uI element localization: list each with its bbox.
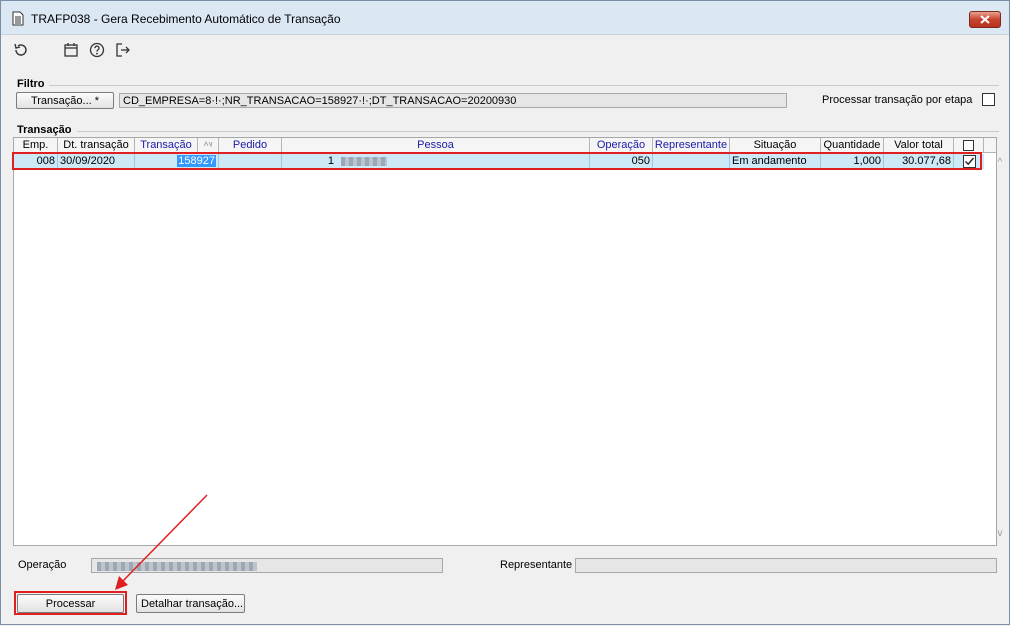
cell-pedido xyxy=(219,154,282,169)
select-all-checkbox[interactable] xyxy=(963,140,974,152)
representante-field[interactable] xyxy=(575,558,997,573)
close-icon xyxy=(980,15,990,24)
cell-situacao: Em andamento xyxy=(730,154,821,169)
sort-icon xyxy=(203,140,213,148)
col-transacao[interactable]: Transação xyxy=(135,138,198,153)
title-bar: TRAFP038 - Gera Recebimento Automático d… xyxy=(1,1,1009,35)
scroll-down-icon[interactable]: v xyxy=(994,528,1006,540)
cell-quantidade: 1,000 xyxy=(821,154,884,169)
window-title: TRAFP038 - Gera Recebimento Automático d… xyxy=(31,12,341,26)
operacao-label: Operação xyxy=(18,559,67,571)
cell-emp: 008 xyxy=(14,154,58,169)
transacao-divider xyxy=(77,131,999,132)
filtro-group-label: Filtro xyxy=(17,78,45,90)
col-pedido[interactable]: Pedido xyxy=(219,138,282,153)
transacao-group-label: Transação xyxy=(17,124,72,136)
col-valor-total[interactable]: Valor total xyxy=(884,138,954,153)
cell-transacao[interactable]: 158927 xyxy=(135,154,219,169)
col-emp[interactable]: Emp. xyxy=(14,138,58,153)
filtro-divider xyxy=(49,85,999,86)
toolbar xyxy=(1,35,1009,65)
representante-label: Representante xyxy=(500,559,573,571)
row-checkbox[interactable] xyxy=(962,154,976,168)
table-row[interactable]: 008 30/09/2020 158927 1 050 Em andamento… xyxy=(14,154,984,169)
refresh-icon[interactable] xyxy=(11,40,31,60)
col-dt-transacao[interactable]: Dt. transação xyxy=(58,138,135,153)
document-icon xyxy=(12,11,24,26)
operacao-field[interactable] xyxy=(91,558,443,573)
col-situacao[interactable]: Situação xyxy=(730,138,821,153)
cell-valor-total: 30.077,68 xyxy=(884,154,954,169)
calendar-icon[interactable] xyxy=(61,40,81,60)
col-quantidade[interactable]: Quantidade xyxy=(821,138,884,153)
col-select-all[interactable] xyxy=(954,138,984,153)
process-by-stage-label: Processar transação por etapa xyxy=(822,94,973,106)
col-sort[interactable] xyxy=(198,138,219,153)
cell-dt-transacao: 30/09/2020 xyxy=(58,154,135,169)
transacao-filter-button[interactable]: Transação... * xyxy=(16,92,114,109)
cell-operacao: 050 xyxy=(590,154,653,169)
transacao-grid[interactable]: Emp. Dt. transação Transação Pedido Pess… xyxy=(13,137,1003,546)
detalhar-transacao-button[interactable]: Detalhar transação... xyxy=(136,594,245,613)
exit-icon[interactable] xyxy=(113,40,133,60)
process-by-stage-checkbox[interactable] xyxy=(982,93,995,106)
redacted-pessoa-nome xyxy=(341,156,388,166)
col-representante[interactable]: Representante xyxy=(653,138,730,153)
close-button[interactable] xyxy=(969,11,1001,28)
cell-pessoa-codigo: 1 xyxy=(327,155,334,167)
processar-button[interactable]: Processar xyxy=(17,594,124,613)
cell-representante xyxy=(653,154,730,169)
cell-transacao-value: 158927 xyxy=(177,155,216,167)
grid-header: Emp. Dt. transação Transação Pedido Pess… xyxy=(14,138,996,153)
scroll-up-icon[interactable]: ^ xyxy=(994,157,1006,169)
col-operacao[interactable]: Operação xyxy=(590,138,653,153)
help-icon[interactable] xyxy=(87,40,107,60)
redacted-operacao xyxy=(97,561,257,571)
main-window: TRAFP038 - Gera Recebimento Automático d… xyxy=(0,0,1010,625)
cell-pessoa: 1 xyxy=(282,154,590,169)
cell-checked[interactable] xyxy=(954,154,984,169)
col-pessoa[interactable]: Pessoa xyxy=(282,138,590,153)
filter-expression-field[interactable]: CD_EMPRESA=8·!·;NR_TRANSACAO=158927·!·;D… xyxy=(119,93,787,108)
